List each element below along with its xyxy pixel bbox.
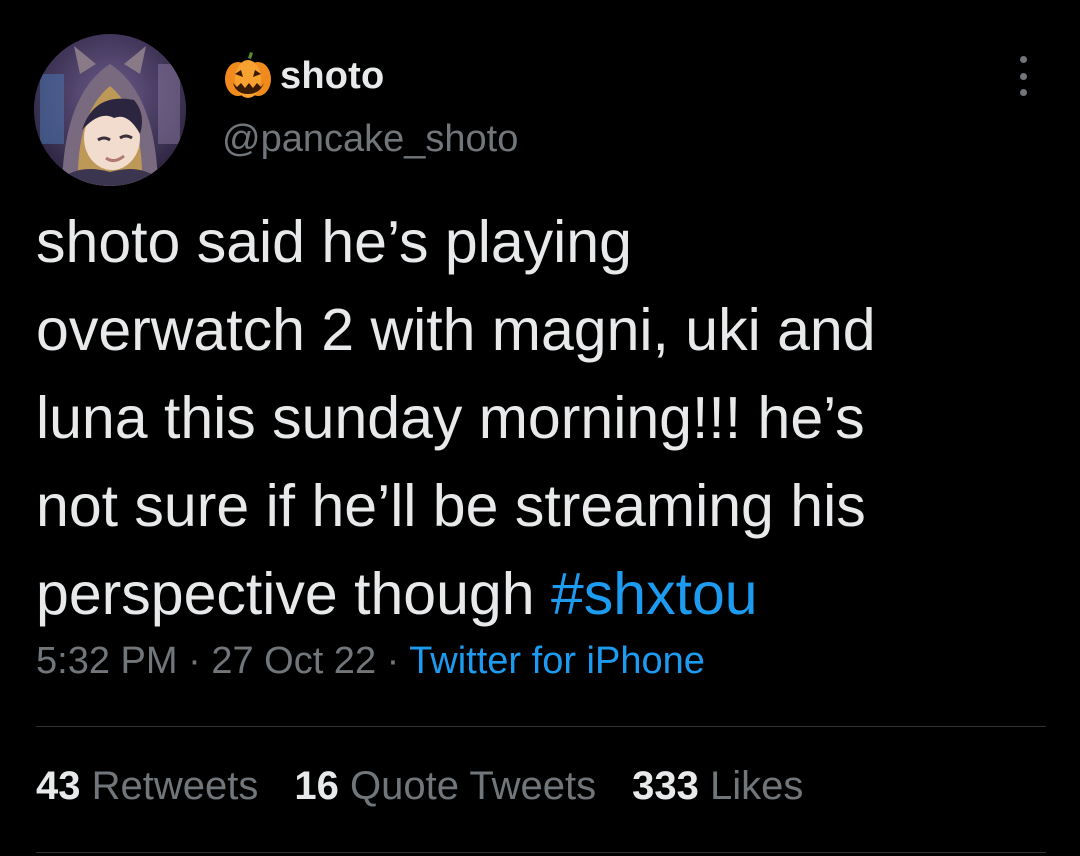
tweet-time[interactable]: 5:32 PM — [36, 640, 178, 682]
avatar-image — [34, 34, 186, 186]
likes-label: Likes — [709, 764, 804, 808]
likes-count: 333 — [632, 764, 699, 808]
tweet-text: shoto said he’s playing overwatch 2 with… — [36, 198, 1046, 638]
more-dot — [1019, 72, 1027, 80]
retweets-label: Retweets — [91, 764, 259, 808]
source-link[interactable]: Twitter for iPhone — [409, 640, 705, 682]
tweet-date[interactable]: 27 Oct 22 — [211, 640, 376, 682]
username-handle[interactable]: @pancake_shoto — [222, 118, 518, 161]
pumpkin-icon — [225, 52, 271, 98]
tweet-meta: 5:32 PM · 27 Oct 22 · Twitter for iPhone — [36, 640, 705, 683]
retweets-stat[interactable]: 43 Retweets — [36, 764, 258, 809]
display-name[interactable]: shoto — [280, 55, 384, 98]
divider — [36, 852, 1046, 853]
author-name-row[interactable]: shoto — [222, 50, 384, 102]
likes-stat[interactable]: 333 Likes — [632, 764, 803, 809]
hashtag-link[interactable]: #shxtou — [551, 561, 758, 627]
more-dot — [1019, 56, 1027, 63]
divider — [36, 726, 1046, 727]
avatar[interactable] — [34, 34, 186, 186]
quote-tweets-stat[interactable]: 16 Quote Tweets — [294, 764, 596, 809]
quote-tweets-count: 16 — [294, 764, 339, 808]
retweets-count: 43 — [36, 764, 81, 808]
more-dot — [1019, 89, 1027, 96]
quote-tweets-label: Quote Tweets — [350, 764, 597, 808]
meta-separator: · — [177, 640, 212, 682]
meta-separator: · — [376, 640, 410, 682]
more-options-icon[interactable] — [1008, 56, 1038, 96]
engagement-stats: 43 Retweets 16 Quote Tweets 333 Likes — [36, 764, 839, 809]
